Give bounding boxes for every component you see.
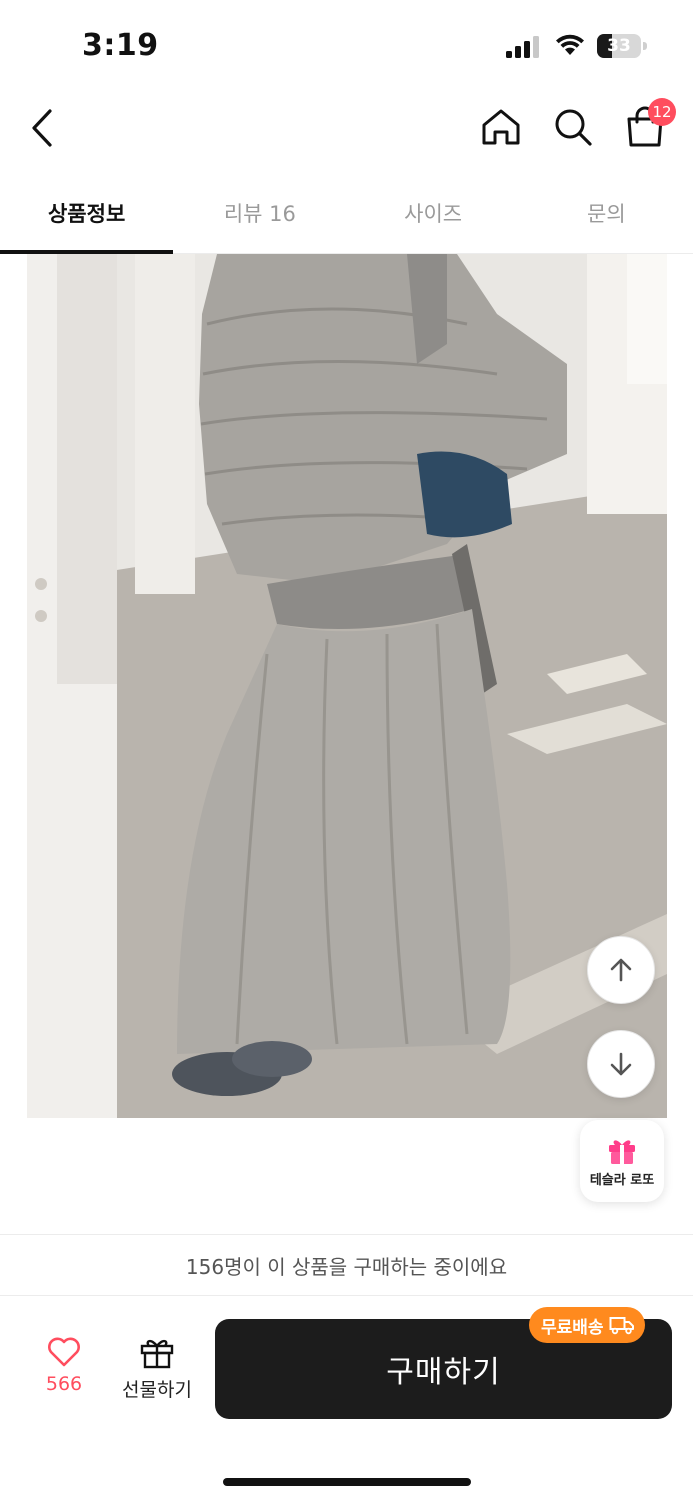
tesla-lotto-label: 테슬라 로또: [589, 1172, 655, 1188]
home-button[interactable]: [476, 102, 526, 152]
home-indicator: [223, 1478, 471, 1486]
tab-inquiry[interactable]: 문의: [520, 172, 693, 253]
tab-product-info[interactable]: 상품정보: [0, 172, 174, 254]
tab-size[interactable]: 사이즈: [347, 172, 520, 253]
like-button[interactable]: 566: [30, 1337, 98, 1407]
home-icon: [482, 109, 520, 145]
purchase-activity-notice: 156명이 이 상품을 구매하는 중이에요: [0, 1234, 693, 1296]
tesla-lotto-button[interactable]: 테슬라 로또: [580, 1120, 664, 1202]
free-shipping-badge: 무료배송: [529, 1307, 645, 1343]
gift-label: 선물하기: [122, 1379, 192, 1401]
cart-count-badge: 12: [648, 98, 676, 126]
product-tabs: 상품정보 리뷰 16 사이즈 문의: [0, 172, 693, 254]
back-chevron-icon: [32, 109, 52, 147]
gift-icon: [140, 1339, 174, 1369]
cellular-signal-icon: [506, 36, 539, 58]
scroll-top-button[interactable]: [587, 936, 655, 1004]
product-photo: [27, 254, 667, 1118]
status-bar: 3:19 33: [0, 0, 693, 90]
search-icon: [555, 109, 592, 146]
gift-icon: [609, 1139, 635, 1164]
battery-indicator: 33: [597, 34, 647, 58]
bottom-action-bar: 566 선물하기 구매하기 무료배송: [0, 1297, 693, 1500]
arrow-up-icon: [610, 958, 632, 982]
wifi-icon: [556, 34, 584, 55]
back-button[interactable]: [20, 100, 64, 156]
status-time: 3:19: [82, 28, 159, 63]
scroll-bottom-button[interactable]: [587, 1030, 655, 1098]
gift-button[interactable]: 선물하기: [114, 1335, 200, 1407]
tab-reviews[interactable]: 리뷰 16: [173, 172, 346, 253]
battery-percent: 33: [607, 36, 631, 56]
arrow-down-icon: [610, 1052, 632, 1076]
free-shipping-label: 무료배송: [541, 1317, 604, 1338]
like-count: 566: [45, 1373, 83, 1395]
truck-icon: [609, 1317, 634, 1335]
cart-button[interactable]: 12: [618, 98, 676, 154]
top-nav-bar: 12: [0, 90, 693, 166]
heart-icon: [48, 1337, 80, 1367]
search-button[interactable]: [548, 102, 598, 152]
